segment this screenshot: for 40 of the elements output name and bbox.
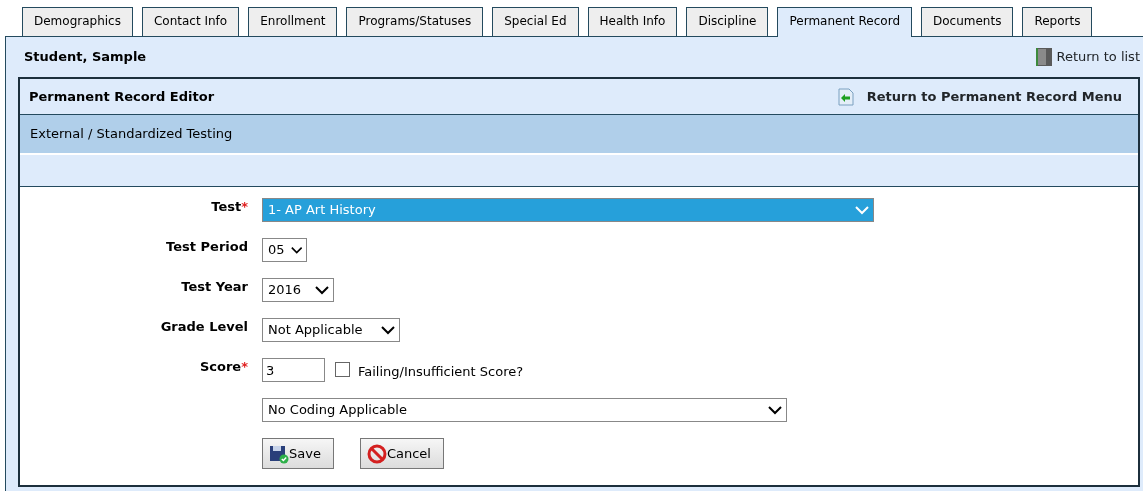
tab[interactable]: Programs/Statuses bbox=[346, 7, 484, 36]
chevron-icon bbox=[315, 285, 329, 295]
tab[interactable]: Documents bbox=[921, 7, 1014, 36]
no-entry-icon bbox=[366, 443, 387, 464]
tab[interactable]: Discipline bbox=[686, 7, 769, 36]
checkbox[interactable] bbox=[335, 362, 350, 377]
chevron-icon bbox=[768, 405, 782, 415]
score-input[interactable]: 3 bbox=[262, 358, 325, 382]
dropdown[interactable]: Not Applicable bbox=[262, 318, 400, 342]
dropdown[interactable]: No Coding Applicable bbox=[262, 398, 787, 422]
required-asterisk: * bbox=[241, 199, 248, 214]
tab[interactable]: Contact Info bbox=[141, 7, 240, 36]
back-arrow-icon bbox=[837, 87, 854, 106]
field-label: Test bbox=[211, 199, 242, 214]
tab[interactable]: Special Ed bbox=[492, 7, 579, 36]
door-icon bbox=[1035, 47, 1054, 67]
return-to-menu-link[interactable]: Return to Permanent Record Menu bbox=[837, 86, 1122, 107]
required-asterisk: * bbox=[241, 359, 248, 374]
field-label: Test Year bbox=[181, 279, 248, 294]
dropdown[interactable]: 2016 bbox=[262, 278, 334, 302]
field-label: Grade Level bbox=[160, 319, 248, 334]
editor-title: Permanent Record Editor bbox=[29, 87, 215, 106]
tab[interactable]: Enrollment bbox=[248, 7, 338, 36]
tab[interactable]: Reports bbox=[1022, 7, 1093, 36]
chevron-icon bbox=[290, 245, 302, 255]
chevron-icon bbox=[855, 205, 869, 215]
field-label: Score bbox=[199, 359, 242, 374]
return-to-list-link[interactable]: Return to list bbox=[1035, 47, 1140, 67]
tab[interactable]: Permanent Record bbox=[777, 7, 912, 37]
section-title: External / Standardized Testing bbox=[30, 125, 233, 144]
save-button[interactable]: Save bbox=[262, 438, 334, 469]
field-label: Test Period bbox=[166, 239, 248, 254]
checkbox-label: Failing/Insufficient Score? bbox=[358, 363, 524, 381]
cancel-button[interactable]: Cancel bbox=[359, 438, 444, 469]
tab[interactable]: Health Info bbox=[587, 7, 678, 36]
save-icon bbox=[269, 443, 289, 464]
tab[interactable]: Demographics bbox=[22, 7, 133, 36]
student-name: Student, Sample bbox=[24, 48, 147, 67]
chevron-icon bbox=[381, 325, 395, 335]
dropdown[interactable]: 05 bbox=[262, 238, 307, 262]
